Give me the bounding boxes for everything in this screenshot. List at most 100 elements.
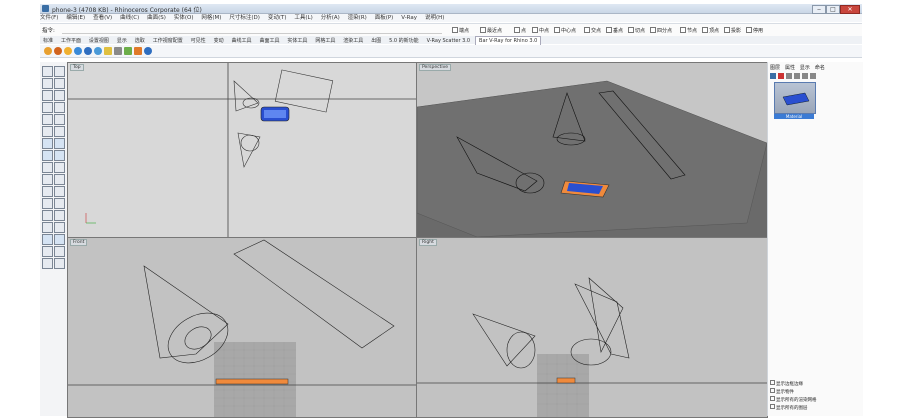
phone-object[interactable] <box>556 377 576 384</box>
tab-surface-tools[interactable]: 曲面工具 <box>256 37 282 45</box>
options-icon[interactable] <box>84 47 92 55</box>
dome-light-icon[interactable] <box>134 47 142 55</box>
explode-icon[interactable] <box>54 210 65 221</box>
array-icon[interactable] <box>54 186 65 197</box>
dimension-icon[interactable] <box>42 234 53 245</box>
menu-mesh[interactable]: 网格(M) <box>201 14 221 22</box>
render-preview-icon[interactable] <box>54 246 65 257</box>
osnap-center[interactable]: 中心点 <box>554 27 576 34</box>
panel-tab-layers[interactable]: 图层 <box>770 64 780 71</box>
interactive-render-icon[interactable] <box>54 47 62 55</box>
plane-object[interactable] <box>233 239 395 349</box>
fillet-icon[interactable] <box>54 114 65 125</box>
down-icon[interactable] <box>794 73 800 79</box>
surface-icon[interactable] <box>42 126 53 137</box>
menu-solid[interactable]: 实体(O) <box>174 14 194 22</box>
osnap-intersection[interactable]: 交点 <box>584 27 601 34</box>
tab-transform[interactable]: 变动 <box>211 37 227 45</box>
osnap-near[interactable]: 最近点 <box>480 27 502 34</box>
extrude-icon[interactable] <box>54 126 65 137</box>
menu-view[interactable]: 查看(V) <box>93 14 112 22</box>
up-icon[interactable] <box>786 73 792 79</box>
viewport-label-right[interactable]: Right <box>419 239 437 246</box>
option-show-edges[interactable]: 显示边框边缘 <box>770 380 861 388</box>
tab-viewport-layout[interactable]: 工作视窗配置 <box>150 37 186 45</box>
sphere-icon[interactable] <box>54 138 65 149</box>
join-icon[interactable] <box>42 210 53 221</box>
tab-vray-scatter[interactable]: V-Ray Scatter 3.0 <box>424 37 474 45</box>
text-icon[interactable] <box>54 234 65 245</box>
tab-drafting[interactable]: 出图 <box>368 37 384 45</box>
menu-dimension[interactable]: 尺寸标注(D) <box>229 14 260 22</box>
osnap-quad[interactable]: 四分点 <box>650 27 672 34</box>
tab-new-in-v5[interactable]: 5.0 的新功能 <box>386 37 422 45</box>
move-icon[interactable] <box>42 162 53 173</box>
tab-standard[interactable]: 标准 <box>40 37 56 45</box>
menu-file[interactable]: 文件(F) <box>40 14 58 22</box>
tab-vray-bar[interactable]: Bar V-Ray for Rhino 3.0 <box>475 36 542 45</box>
tab-curve-tools[interactable]: 曲线工具 <box>229 37 255 45</box>
osnap-tan[interactable]: 切点 <box>628 27 645 34</box>
delete-icon[interactable] <box>778 73 784 79</box>
menu-render[interactable]: 渲染(R) <box>348 14 367 22</box>
panel-tab-properties[interactable]: 属性 <box>785 64 795 71</box>
fur-icon[interactable] <box>124 47 132 55</box>
mesh-icon[interactable] <box>42 150 53 161</box>
tab-solid-tools[interactable]: 实体工具 <box>284 37 310 45</box>
option-show-render-mesh[interactable]: 显示所有的渲染网格 <box>770 396 861 404</box>
panel-tab-display[interactable]: 显示 <box>800 64 810 71</box>
cone-object-1[interactable] <box>472 313 536 367</box>
circle-icon[interactable] <box>42 90 53 101</box>
osnap-vertex[interactable]: 顶点 <box>702 27 719 34</box>
analyze-icon[interactable] <box>42 246 53 257</box>
proxy-icon[interactable] <box>114 47 122 55</box>
light-icon[interactable] <box>64 47 72 55</box>
viewport-label-perspective[interactable]: Perspective <box>419 64 452 71</box>
cone-object-1[interactable] <box>233 80 259 112</box>
menu-surface[interactable]: 曲面(S) <box>147 14 166 22</box>
copy-icon[interactable] <box>54 162 65 173</box>
minimize-button[interactable]: ‒ <box>812 5 826 14</box>
polyline-icon[interactable] <box>42 78 53 89</box>
layer-icon[interactable] <box>42 258 53 269</box>
group-icon[interactable] <box>42 222 53 233</box>
material-icon[interactable] <box>74 47 82 55</box>
ellipse-icon[interactable] <box>42 114 53 125</box>
tab-visibility[interactable]: 可见性 <box>188 37 209 45</box>
command-input[interactable] <box>62 26 442 34</box>
osnap-perp[interactable]: 垂点 <box>606 27 623 34</box>
properties-icon[interactable] <box>54 258 65 269</box>
new-icon[interactable] <box>770 73 776 79</box>
menu-tools[interactable]: 工具(L) <box>294 14 312 22</box>
plane-object[interactable] <box>574 283 630 359</box>
osnap-point[interactable]: 点 <box>514 27 526 34</box>
scale-icon[interactable] <box>54 174 65 185</box>
tab-mesh-tools[interactable]: 网格工具 <box>312 37 338 45</box>
viewport-front[interactable]: Front <box>67 237 417 418</box>
menu-transform[interactable]: 变动(T) <box>268 14 287 22</box>
settings-icon[interactable] <box>810 73 816 79</box>
menu-edit[interactable]: 编辑(E) <box>66 14 85 22</box>
osnap-disable[interactable]: 停用 <box>746 27 763 34</box>
tab-set-view[interactable]: 设置视图 <box>86 37 112 45</box>
phone-object[interactable] <box>215 378 289 385</box>
help-icon[interactable] <box>144 47 152 55</box>
tab-cplane[interactable]: 工作平面 <box>58 37 84 45</box>
maximize-button[interactable]: □ <box>826 5 840 14</box>
menu-curve[interactable]: 曲线(C) <box>120 14 139 22</box>
menu-analyze[interactable]: 分析(A) <box>321 14 340 22</box>
close-button[interactable]: ✕ <box>840 5 860 14</box>
trim-icon[interactable] <box>42 198 53 209</box>
viewport-right[interactable]: Right <box>416 237 768 418</box>
box-icon[interactable] <box>42 138 53 149</box>
tab-render-tools[interactable]: 渲染工具 <box>340 37 366 45</box>
point-icon[interactable] <box>54 66 65 77</box>
viewport-label-top[interactable]: Top <box>70 64 84 71</box>
rotate-icon[interactable] <box>42 174 53 185</box>
sun-icon[interactable] <box>104 47 112 55</box>
render-icon[interactable] <box>44 47 52 55</box>
boolean-icon[interactable] <box>54 150 65 161</box>
viewport-label-front[interactable]: Front <box>70 239 88 246</box>
osnap-mid[interactable]: 中点 <box>532 27 549 34</box>
menu-vray[interactable]: V-Ray <box>401 14 417 22</box>
